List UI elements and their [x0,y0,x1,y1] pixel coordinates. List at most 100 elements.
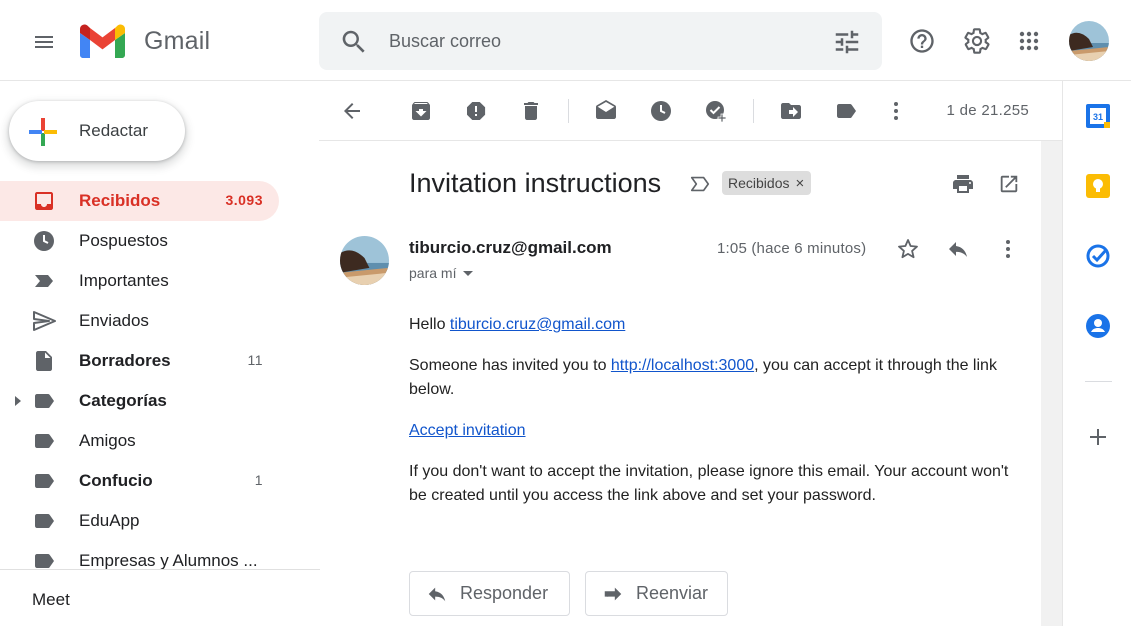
labels-button[interactable] [826,91,866,131]
body-accept-paragraph: Accept invitation [409,419,1029,443]
greeting-email-link[interactable]: tiburcio.cruz@gmail.com [450,316,625,333]
help-icon [910,29,934,53]
reply-icon-button[interactable] [943,234,973,264]
sidebar-item-empresas-y-alumnos[interactable]: Empresas y Alumnos ... [0,541,279,581]
print-all-button[interactable] [949,170,977,198]
sidebar-item-pospuestos[interactable]: Pospuestos [0,221,279,261]
get-addons-button[interactable] [1085,424,1111,450]
calendar-app-button[interactable]: 31 [1085,103,1111,129]
add-task-icon [706,101,727,123]
label-icon [35,434,54,448]
sidebar-item-label: Amigos [79,431,136,450]
reply-icon [949,242,967,257]
archive-icon [412,102,430,120]
message-scrollbar[interactable] [1041,141,1062,626]
search-bar [319,12,882,70]
clock-icon [34,231,54,251]
importance-marker-icon[interactable] [689,173,711,195]
gmail-m-icon [80,24,125,58]
reply-label: Responder [460,583,549,603]
star-icon [898,239,918,259]
sender-avatar[interactable] [340,236,389,285]
sidebar-nav: Recibidos 3.093 Pospuestos Importantes E… [0,181,320,581]
forward-icon [604,587,622,600]
sidebar-item-importantes[interactable]: Importantes [0,261,279,301]
send-icon [33,311,56,331]
side-panel: 31 [1062,81,1131,626]
apps-button[interactable] [1009,21,1049,61]
calendar-day-text: 31 [1093,112,1103,122]
pagination-count: 1 de 21.255 [946,102,1029,119]
meet-section-header[interactable]: Meet [32,590,70,610]
move-to-button[interactable] [771,91,811,131]
sidebar-divider [0,569,320,570]
draft-icon [36,351,52,371]
archive-button[interactable] [401,91,441,131]
help-button[interactable] [902,21,942,61]
sidebar-item-label: Categorías [79,391,167,410]
sidebar-item-enviados[interactable]: Enviados [0,301,279,341]
star-button[interactable] [893,234,923,264]
search-options-icon[interactable] [832,27,862,57]
sidebar-item-label: Enviados [79,311,149,330]
compose-button[interactable]: Redactar [9,101,185,161]
tasks-app-button[interactable] [1085,243,1111,269]
sidebar-item-label: Empresas y Alumnos ... [79,551,258,570]
more-options-button[interactable] [876,91,916,131]
landscape-avatar-image [340,236,389,285]
move-to-folder-icon [781,103,801,119]
apps-grid-icon [1019,31,1039,51]
contacts-app-button[interactable] [1085,313,1111,339]
label-chip-text: Recibidos [728,175,790,191]
gmail-logo[interactable]: Gmail [80,24,210,58]
mark-unread-button[interactable] [586,91,626,131]
search-icon[interactable] [339,27,369,57]
expand-arrow-icon[interactable] [13,395,23,407]
message-more-button[interactable] [993,234,1023,264]
message-timestamp: 1:05 (hace 6 minutos) [717,240,867,257]
keep-app-button[interactable] [1085,173,1111,199]
forward-button[interactable]: Reenviar [585,571,728,616]
reply-button[interactable]: Responder [409,571,570,616]
sidebar-item-label: Importantes [79,271,169,290]
sidebar-item-label: Pospuestos [79,231,168,250]
label-count: 1 [254,472,263,488]
sidebar-item-confucio[interactable]: Confucio 1 [0,461,279,501]
main-menu-button[interactable] [24,22,64,62]
label-icon [35,474,54,488]
report-spam-icon [467,102,486,120]
body-greeting: Hello tiburcio.cruz@gmail.com [409,313,1029,337]
sidebar-item-label: EduApp [79,511,140,530]
back-button[interactable] [332,91,372,131]
draft-count: 11 [247,352,263,368]
sidebar-item-amigos[interactable]: Amigos [0,421,279,461]
sidebar-item-borradores[interactable]: Borradores 11 [0,341,279,381]
inbox-icon [35,192,53,210]
toolbar-divider [753,99,754,123]
invite-text: Someone has invited you to [409,357,611,374]
delete-button[interactable] [511,91,551,131]
more-vert-icon [1006,240,1010,258]
caret-down-icon [463,270,474,276]
localhost-link[interactable]: http://localhost:3000 [611,357,754,374]
snooze-clock-icon [651,101,671,121]
sidebar-item-categorias[interactable]: Categorías [0,381,279,421]
accept-invitation-link[interactable]: Accept invitation [409,422,526,439]
sidebar-item-label: Confucio [79,471,153,490]
search-input[interactable] [389,26,809,56]
account-avatar[interactable] [1069,21,1109,61]
remove-label-button[interactable]: × [795,175,804,192]
recipient-details-toggle[interactable]: para mí [409,265,474,281]
snooze-button[interactable] [641,91,681,131]
unread-count: 3.093 [225,192,263,208]
landscape-avatar-image [1069,21,1109,61]
sidebar-item-recibidos[interactable]: Recibidos 3.093 [0,181,279,221]
sidebar-item-eduapp[interactable]: EduApp [0,501,279,541]
open-new-window-button[interactable] [995,170,1023,198]
sender-address[interactable]: tiburcio.cruz@gmail.com [409,238,612,258]
add-to-tasks-button[interactable] [696,91,736,131]
sidebar-item-label: Borradores [79,351,171,370]
report-spam-button[interactable] [456,91,496,131]
settings-button[interactable] [957,21,997,61]
open-in-new-icon [1000,175,1018,193]
